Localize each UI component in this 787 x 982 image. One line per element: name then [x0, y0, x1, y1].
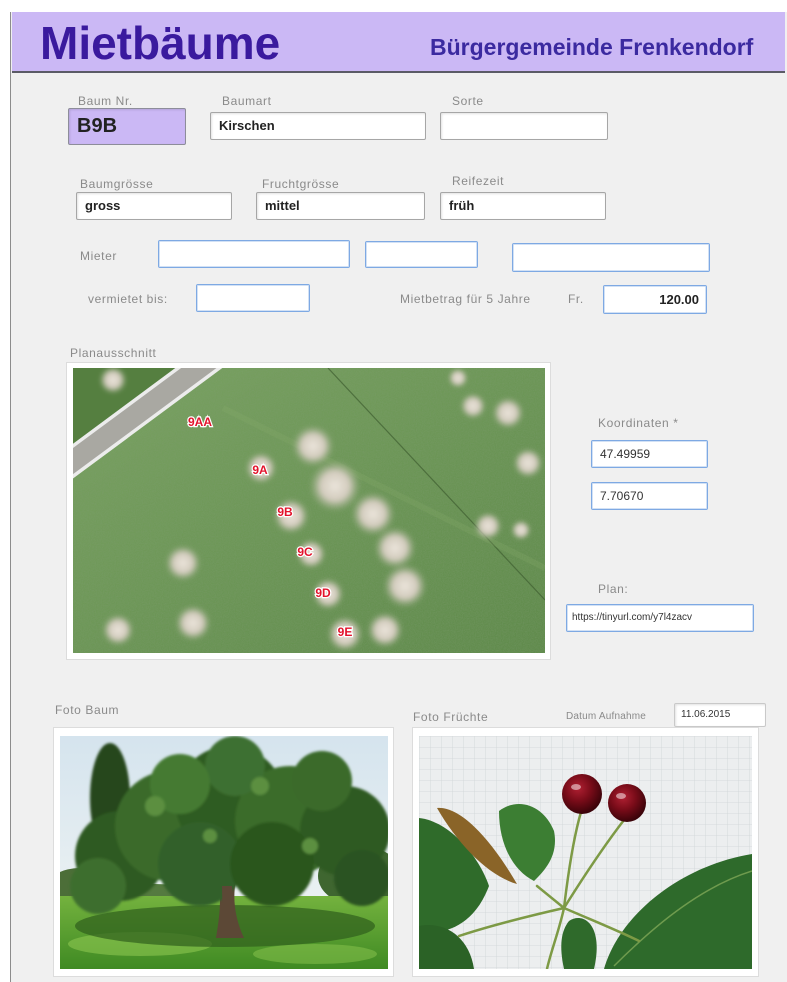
mieter-label: Mieter — [80, 249, 117, 263]
baumgroesse-field[interactable]: gross — [76, 192, 232, 220]
map-label-tree: 9B — [277, 505, 293, 519]
foto-fruechte-label: Foto Früchte — [413, 710, 489, 724]
mieter-adresse-field[interactable] — [512, 243, 710, 272]
plan-label: Plan: — [598, 582, 629, 596]
foto-baum-label: Foto Baum — [55, 703, 120, 717]
currency-label: Fr. — [568, 292, 584, 306]
map-frame: 9AA 9A 9B 9C 9D 9E — [66, 362, 551, 660]
mietbetrag-label: Mietbetrag für 5 Jahre — [400, 292, 531, 306]
map-label-tree: 9C — [297, 545, 313, 559]
mietbetrag-field[interactable]: 120.00 — [603, 285, 707, 314]
sorte-field[interactable] — [440, 112, 608, 140]
map-label-tree: 9E — [338, 625, 353, 639]
fruit-photo-frame — [412, 727, 759, 977]
tree-photo — [60, 736, 388, 969]
fruchtgroesse-label: Fruchtgrösse — [262, 177, 340, 191]
mieter-vorname-field[interactable] — [365, 241, 478, 268]
aerial-map-image: 9AA 9A 9B 9C 9D 9E — [73, 368, 545, 653]
latitude-field[interactable]: 47.49959 — [591, 440, 708, 468]
planausschnitt-label: Planausschnitt — [70, 346, 157, 360]
fruchtgroesse-field[interactable]: mittel — [256, 192, 425, 220]
datum-aufnahme-field[interactable]: 11.06.2015 — [674, 703, 766, 727]
fruit-photo — [419, 736, 752, 969]
baum-nr-field[interactable]: B9B — [68, 108, 186, 145]
map-label-tree: 9D — [315, 586, 331, 600]
tree-photo-frame — [53, 727, 394, 977]
plan-url-field[interactable]: https://tinyurl.com/y7l4zacv — [566, 604, 754, 632]
koordinaten-label: Koordinaten * — [598, 416, 679, 430]
organization-name: Bürgergemeinde Frenkendorf — [430, 34, 754, 60]
vermietet-bis-label: vermietet bis: — [88, 292, 168, 306]
map-label-tree: 9A — [252, 463, 268, 477]
baumgroesse-label: Baumgrösse — [80, 177, 154, 191]
map-label-tree: 9AA — [188, 415, 212, 429]
baumart-field[interactable]: Kirschen — [210, 112, 426, 140]
vermietet-bis-field[interactable] — [196, 284, 310, 312]
datum-aufnahme-label: Datum Aufnahme — [566, 711, 647, 722]
mieter-name-field[interactable] — [158, 240, 350, 268]
baumart-label: Baumart — [222, 94, 272, 108]
baum-nr-label: Baum Nr. — [78, 94, 133, 108]
reifezeit-field[interactable]: früh — [440, 192, 606, 220]
sorte-label: Sorte — [452, 94, 484, 108]
reifezeit-label: Reifezeit — [452, 174, 505, 188]
longitude-field[interactable]: 7.70670 — [591, 482, 708, 510]
app-title: Mietbäume — [40, 17, 281, 69]
header-bar: Mietbäume Bürgergemeinde Frenkendorf — [12, 12, 785, 73]
